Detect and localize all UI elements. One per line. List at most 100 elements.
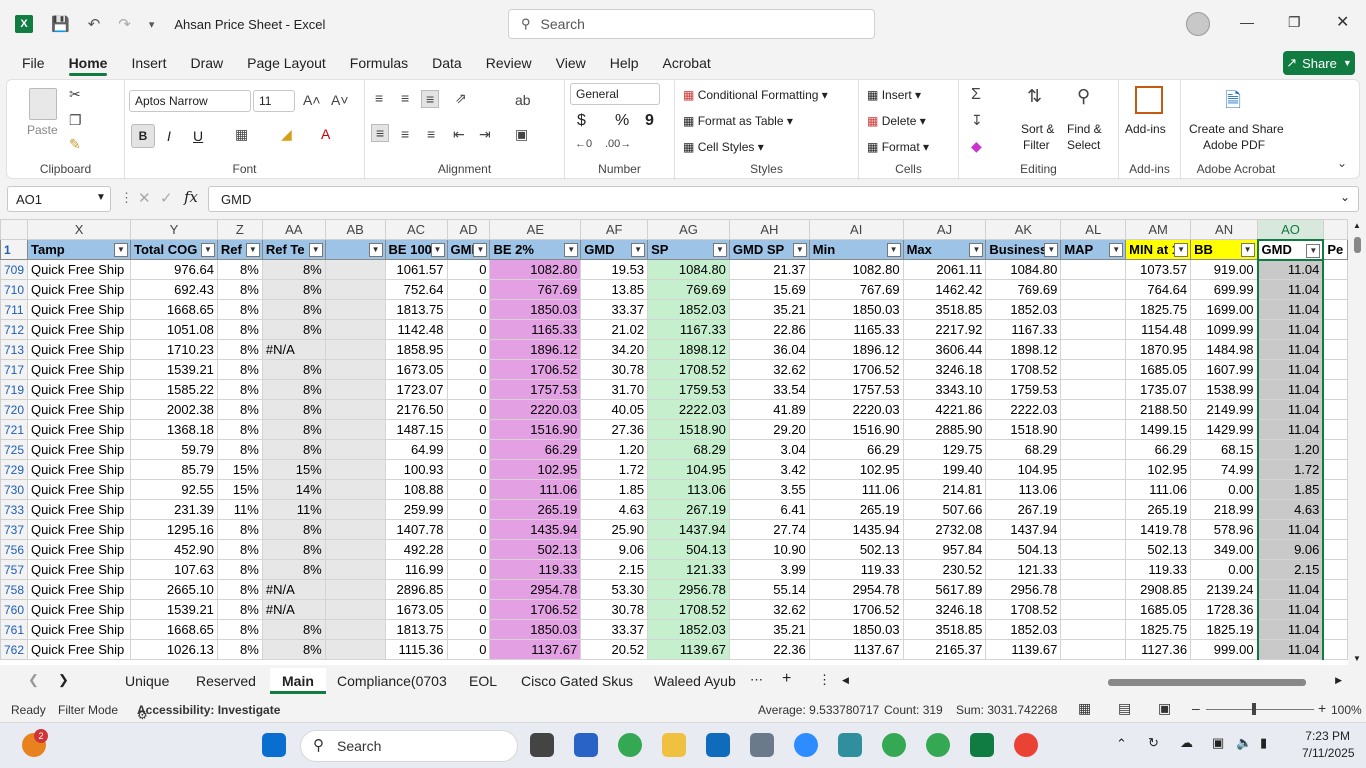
cell[interactable] [1322,379,1348,400]
row-header[interactable]: 762 [0,639,29,660]
cell[interactable]: 0 [446,519,491,540]
cell[interactable]: 2222.03 [985,399,1062,420]
cell[interactable]: 2.15 [1256,559,1325,580]
cell[interactable]: 957.84 [902,539,987,560]
avatar[interactable] [1186,12,1210,36]
more-icon[interactable]: ⋮ [120,190,133,206]
filter-dropdown-icon[interactable]: ▼ [1306,243,1321,258]
cell[interactable]: 214.81 [902,479,987,500]
cell[interactable]: 1.20 [580,439,649,460]
cell[interactable] [324,319,386,340]
cell[interactable]: Quick Free Ship [27,419,132,440]
cell[interactable]: 11.04 [1256,339,1325,360]
cell[interactable]: 53.30 [580,579,649,600]
currency-button[interactable]: $ [577,112,586,130]
cell[interactable]: 1708.52 [985,359,1062,380]
column-header[interactable]: Z [216,219,263,240]
cell[interactable] [324,339,386,360]
cell[interactable]: 119.33 [808,559,904,580]
cell[interactable]: 1154.48 [1125,319,1192,340]
cell[interactable]: 8% [216,279,263,300]
cell[interactable]: Quick Free Ship [27,639,132,660]
row-header[interactable]: 761 [0,619,29,640]
cell[interactable]: 11% [216,499,263,520]
cell[interactable]: 8% [261,419,326,440]
cell[interactable]: 1706.52 [808,599,904,620]
cell[interactable]: 502.13 [1125,539,1192,560]
align-left-icon[interactable]: ≡ [371,124,390,142]
cell[interactable]: 4221.86 [902,399,987,420]
font-size-select[interactable]: 11 [253,90,295,112]
next-sheet-icon[interactable]: ❯ [58,672,69,688]
cell[interactable]: 1073.57 [1125,259,1192,280]
cell[interactable]: 1757.53 [489,379,582,400]
cell[interactable]: 92.55 [130,479,218,500]
cell[interactable]: 1051.08 [130,319,218,340]
header-cell[interactable]: GMD ▼ [580,239,649,260]
cell[interactable]: 55.14 [728,579,810,600]
cell[interactable]: 8% [216,399,263,420]
cell[interactable]: 504.13 [647,539,730,560]
column-header[interactable]: AM [1125,219,1192,240]
column-header[interactable]: AD [446,219,491,240]
cell[interactable]: 919.00 [1190,259,1259,280]
borders-icon[interactable]: ▦ [235,126,248,143]
cell[interactable]: 1518.90 [985,419,1062,440]
cell[interactable]: 1167.33 [985,319,1062,340]
cell[interactable]: 11.04 [1256,379,1325,400]
cell[interactable] [324,599,386,620]
cell[interactable] [1322,299,1348,320]
cell[interactable]: 2908.85 [1125,579,1192,600]
cell[interactable]: 129.75 [902,439,987,460]
refresh-icon[interactable]: ↻ [1148,735,1159,751]
cell[interactable]: 1137.67 [808,639,904,660]
cell[interactable]: 764.64 [1125,279,1192,300]
cell[interactable]: 1435.94 [489,519,582,540]
cell[interactable] [1060,259,1127,280]
cell[interactable]: 2176.50 [384,399,448,420]
cell[interactable]: 2885.90 [902,419,987,440]
cell[interactable]: 8% [216,519,263,540]
filter-dropdown-icon[interactable]: ▼ [114,243,129,257]
cell[interactable]: 8% [261,619,326,640]
cell[interactable]: 33.37 [580,299,649,320]
insert-cells-button[interactable]: ▦ Insert ▾ [867,88,921,102]
cell[interactable]: 1699.00 [1190,299,1259,320]
cell[interactable]: #N/A [261,339,326,360]
cell[interactable]: 1706.52 [808,359,904,380]
cell[interactable]: 1368.18 [130,419,218,440]
comma-button[interactable]: 9 [645,112,654,130]
cell[interactable]: 1825.19 [1190,619,1259,640]
cell[interactable]: 8% [261,319,326,340]
tab-formulas[interactable]: Formulas [338,48,420,78]
cell[interactable]: 121.33 [985,559,1062,580]
font-name-select[interactable]: Aptos Narrow [129,90,251,112]
format-cells-button[interactable]: ▦ Format ▾ [867,140,929,154]
cell[interactable]: 1295.16 [130,519,218,540]
cell[interactable]: 502.13 [489,539,582,560]
cell[interactable] [324,259,386,280]
cell[interactable]: 15.69 [728,279,810,300]
merge-center-icon[interactable]: ▣ [515,126,528,143]
column-header[interactable]: AK [985,219,1062,240]
row-header[interactable]: 730 [0,479,29,500]
cell[interactable] [1060,559,1127,580]
header-cell[interactable]: Ref Te ▼ [261,239,326,260]
header-cell[interactable]: BE 2% ▼ [489,239,582,260]
cell[interactable] [324,279,386,300]
cell[interactable] [1060,359,1127,380]
cell[interactable]: 0 [446,359,491,380]
cell[interactable]: 1852.03 [985,299,1062,320]
cell[interactable]: 3343.10 [902,379,987,400]
cell[interactable]: 0 [446,339,491,360]
cell[interactable]: 102.95 [808,459,904,480]
header-cell[interactable]: GMD ▼ [1256,238,1325,261]
cell[interactable]: 0 [446,499,491,520]
task-view-icon[interactable] [530,733,554,757]
cell[interactable]: 33.54 [728,379,810,400]
header-cell[interactable]: SP ▼ [647,239,730,260]
cell[interactable]: 15% [216,479,263,500]
filter-dropdown-icon[interactable]: ▼ [430,243,445,257]
cell[interactable]: Quick Free Ship [27,299,132,320]
cell[interactable] [324,359,386,380]
